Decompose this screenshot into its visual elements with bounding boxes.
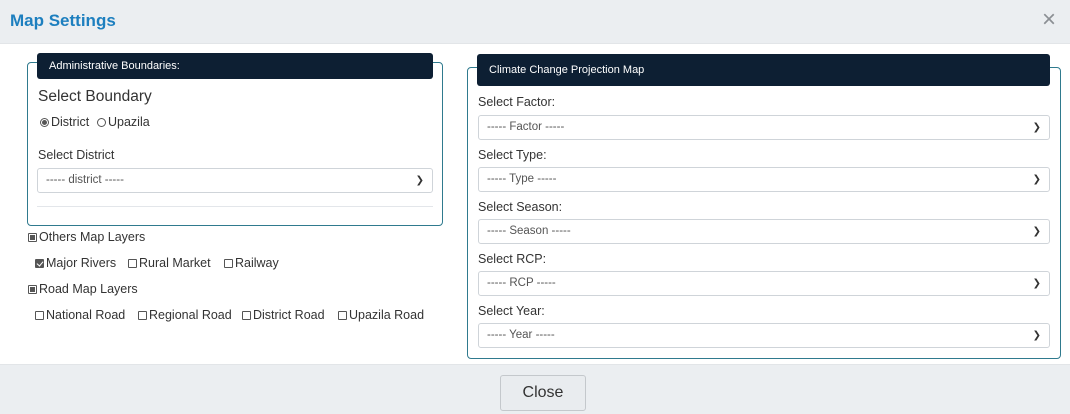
checkbox-icon (138, 311, 147, 320)
road-checkbox-national[interactable]: National Road (35, 308, 125, 322)
chevron-down-icon: ❯ (1032, 226, 1041, 237)
checkbox-icon (242, 311, 251, 320)
season-select[interactable]: ----- Season ----- ❯ (478, 219, 1050, 244)
type-select[interactable]: ----- Type ----- ❯ (478, 167, 1050, 192)
chevron-down-icon: ❯ (415, 175, 424, 186)
season-select-value: ----- Season ----- (487, 225, 571, 237)
checkbox-icon (338, 311, 347, 320)
chevron-down-icon: ❯ (1032, 122, 1041, 133)
type-label: Select Type: (478, 148, 547, 162)
season-label: Select Season: (478, 200, 563, 214)
year-select-value: ----- Year ----- (487, 329, 555, 341)
boundary-option-label: Upazila (108, 115, 150, 129)
year-label: Select Year: (478, 304, 545, 318)
layer-label: Rural Market (139, 256, 211, 270)
modal-footer: Close (0, 364, 1070, 414)
layer-group-icon (28, 285, 37, 294)
district-select-value: ----- district ----- (46, 174, 124, 186)
close-icon[interactable]: × (1042, 6, 1056, 34)
type-select-value: ----- Type ----- (487, 173, 557, 185)
road-label: National Road (46, 308, 126, 322)
checkbox-checked-icon (35, 259, 44, 268)
select-boundary-label: Select Boundary (38, 88, 152, 105)
checkbox-icon (35, 311, 44, 320)
chevron-down-icon: ❯ (1032, 330, 1041, 341)
select-district-label: Select District (38, 148, 115, 162)
panel-divider (37, 206, 433, 207)
boundary-radio-upazila[interactable]: Upazila (97, 115, 150, 129)
layer-group-icon (28, 233, 37, 242)
factor-label: Select Factor: (478, 95, 556, 109)
layer-checkbox-rural-market[interactable]: Rural Market (128, 256, 211, 270)
rcp-select[interactable]: ----- RCP ----- ❯ (478, 271, 1050, 296)
radio-icon (97, 118, 106, 127)
admin-boundaries-panel (27, 62, 443, 226)
chevron-down-icon: ❯ (1032, 278, 1041, 289)
layer-checkbox-railway[interactable]: Railway (224, 256, 279, 270)
layer-label: Major Rivers (46, 256, 117, 270)
road-checkbox-upazila[interactable]: Upazila Road (338, 308, 424, 322)
road-label: Upazila Road (349, 308, 425, 322)
climate-projection-header: Climate Change Projection Map (477, 54, 1050, 86)
close-button[interactable]: Close (500, 375, 586, 411)
layer-label: Railway (235, 256, 279, 270)
checkbox-icon (128, 259, 137, 268)
road-layers-label: Road Map Layers (39, 282, 138, 296)
factor-select[interactable]: ----- Factor ----- ❯ (478, 115, 1050, 140)
radio-icon (40, 118, 49, 127)
admin-boundaries-header: Administrative Boundaries: (37, 53, 433, 79)
others-layers-label: Others Map Layers (39, 230, 146, 244)
rcp-select-value: ----- RCP ----- (487, 277, 556, 289)
road-layers-heading: Road Map Layers (28, 282, 138, 296)
layer-checkbox-major-rivers[interactable]: Major Rivers (35, 256, 116, 270)
boundary-radio-district[interactable]: District (40, 115, 89, 129)
road-label: District Road (253, 308, 325, 322)
district-select[interactable]: ----- district ----- ❯ (37, 168, 433, 193)
road-checkbox-regional[interactable]: Regional Road (138, 308, 232, 322)
chevron-down-icon: ❯ (1032, 174, 1041, 185)
modal-header: Map Settings × (0, 0, 1070, 44)
road-checkbox-district[interactable]: District Road (242, 308, 325, 322)
modal-title: Map Settings (10, 11, 116, 30)
checkbox-icon (224, 259, 233, 268)
road-label: Regional Road (149, 308, 232, 322)
factor-select-value: ----- Factor ----- (487, 121, 565, 133)
boundary-option-label: District (51, 115, 90, 129)
year-select[interactable]: ----- Year ----- ❯ (478, 323, 1050, 348)
others-layers-heading: Others Map Layers (28, 230, 145, 244)
rcp-label: Select RCP: (478, 252, 547, 266)
